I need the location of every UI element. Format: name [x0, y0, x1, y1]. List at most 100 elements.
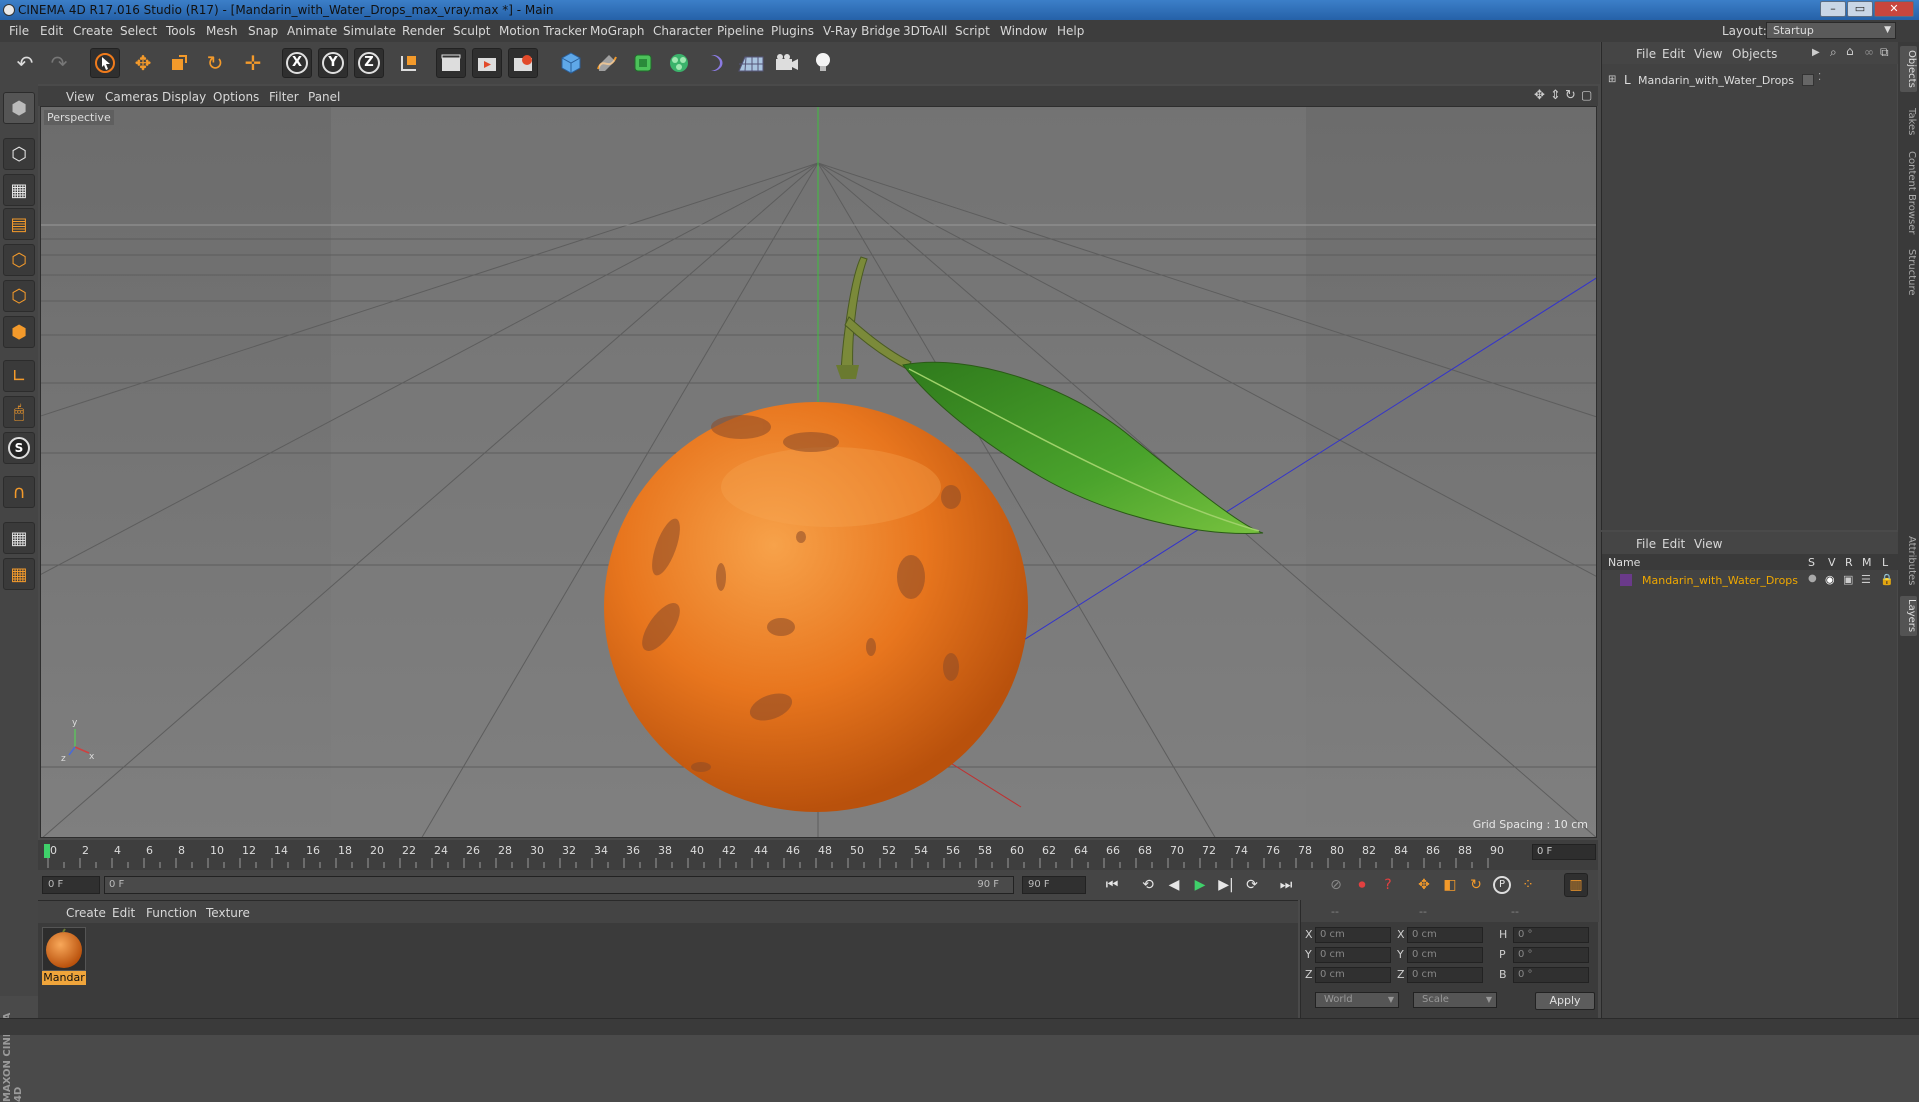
- timeline-ruler[interactable]: 0 2 4 6 8 10 12 14 16 18 20 22 24 26 28 30 32 34 36 38 40 42 4…: [38, 840, 1598, 870]
- search-icon[interactable]: ⌕: [1830, 45, 1837, 60]
- tab-structure[interactable]: Structure: [1900, 242, 1917, 302]
- lock-workplane-button[interactable]: ▦: [3, 522, 35, 554]
- perspective-viewport[interactable]: y x z Perspective Grid Spacing : 10 cm: [40, 106, 1597, 838]
- layers-menu-file[interactable]: File: [1636, 537, 1656, 551]
- workplane-button[interactable]: ▤: [3, 208, 35, 240]
- coordinate-space-dropdown[interactable]: World ▼: [1315, 992, 1399, 1008]
- menu-vray-bridge[interactable]: V-Ray Bridge: [823, 24, 900, 38]
- tab-takes[interactable]: Takes: [1900, 102, 1917, 142]
- axis-mode-button[interactable]: ∟: [3, 360, 35, 392]
- point-level-animation-button[interactable]: ⁘: [1516, 873, 1540, 897]
- tab-attributes[interactable]: Attributes: [1900, 532, 1917, 590]
- objects-menu-edit[interactable]: Edit: [1662, 47, 1685, 61]
- rotate-button[interactable]: ↻: [200, 48, 230, 78]
- maximize-button[interactable]: ▭: [1847, 1, 1873, 17]
- undo-button[interactable]: ↶: [10, 48, 40, 78]
- material-thumbnail[interactable]: [42, 927, 86, 971]
- menu-help[interactable]: Help: [1057, 24, 1084, 38]
- timeline-playhead[interactable]: [44, 844, 50, 858]
- viewport-zoom-icon[interactable]: ⇕: [1550, 88, 1561, 103]
- render-to-picture-viewer-button[interactable]: [472, 48, 502, 78]
- redo-button[interactable]: ↷: [44, 48, 74, 78]
- rotation-track-button[interactable]: ↻: [1464, 873, 1488, 897]
- magnet-button[interactable]: ∩: [3, 476, 35, 508]
- coordinate-system-button[interactable]: [394, 48, 424, 78]
- cube-primitive-button[interactable]: [556, 48, 586, 78]
- menu-sculpt[interactable]: Sculpt: [453, 24, 490, 38]
- planar-workplane-button[interactable]: ▦: [3, 558, 35, 590]
- keyframe-selection-button[interactable]: ?: [1376, 873, 1400, 897]
- menu-mesh[interactable]: Mesh: [206, 24, 238, 38]
- home-icon[interactable]: ⌂: [1846, 44, 1854, 58]
- menu-file[interactable]: File: [9, 24, 29, 38]
- menu-edit[interactable]: Edit: [40, 24, 63, 38]
- layer-color-swatch[interactable]: [1802, 74, 1814, 86]
- viewport-menu-view[interactable]: View: [66, 90, 94, 104]
- apply-button[interactable]: Apply: [1535, 992, 1595, 1010]
- new-window-icon[interactable]: ⧉: [1880, 45, 1889, 60]
- go-to-end-button[interactable]: ⏭: [1274, 873, 1298, 897]
- frame-range-slider[interactable]: 0 F 90 F: [104, 876, 1014, 894]
- layer-row[interactable]: Mandarin_with_Water_Drops ● ◉ ▣ ☰ 🔒: [1602, 572, 1898, 590]
- pos-x-field[interactable]: 0 cm: [1315, 927, 1391, 943]
- material-menu-create[interactable]: Create: [66, 906, 106, 920]
- end-frame-field[interactable]: 90 F: [1022, 876, 1086, 894]
- chevron-right-icon[interactable]: ▶: [1812, 47, 1820, 58]
- light-button[interactable]: [808, 48, 838, 78]
- tweak-mode-button[interactable]: 🖱: [3, 396, 35, 428]
- menu-create[interactable]: Create: [73, 24, 113, 38]
- size-y-field[interactable]: 0 cm: [1407, 947, 1483, 963]
- play-forward-button[interactable]: ▶: [1188, 873, 1212, 897]
- menu-window[interactable]: Window: [1000, 24, 1047, 38]
- size-x-field[interactable]: 0 cm: [1407, 927, 1483, 943]
- viewport-rotate-icon[interactable]: ↻: [1565, 88, 1576, 103]
- menu-pipeline[interactable]: Pipeline: [717, 24, 764, 38]
- menu-character[interactable]: Character: [653, 24, 712, 38]
- mograph-cloner-button[interactable]: [664, 48, 694, 78]
- menu-snap[interactable]: Snap: [248, 24, 278, 38]
- layout-select[interactable]: Startup ▼: [1766, 22, 1896, 39]
- menu-simulate[interactable]: Simulate: [343, 24, 396, 38]
- viewport-menu-display[interactable]: Display: [162, 90, 206, 104]
- model-mode-button[interactable]: ⬡: [3, 138, 35, 170]
- link-icon[interactable]: ∞: [1864, 45, 1874, 59]
- z-axis-button[interactable]: Z: [354, 48, 384, 78]
- record-active-objects-button[interactable]: ⊘: [1324, 873, 1348, 897]
- solo-toggle-icon[interactable]: ●: [1808, 573, 1817, 584]
- close-button[interactable]: ✕: [1874, 1, 1914, 17]
- y-axis-button[interactable]: Y: [318, 48, 348, 78]
- viewport-move-icon[interactable]: ✥: [1534, 88, 1545, 103]
- points-mode-button[interactable]: ⬡: [3, 244, 35, 276]
- edges-mode-button[interactable]: ⬡: [3, 280, 35, 312]
- viewport-menu-cameras[interactable]: Cameras: [105, 90, 158, 104]
- object-row[interactable]: ⊞ L Mandarin_with_Water_Drops ⁚: [1602, 72, 1898, 90]
- go-to-start-button[interactable]: ⏮: [1100, 873, 1124, 897]
- material-name[interactable]: Mandar: [42, 971, 86, 985]
- texture-mode-button[interactable]: ▦: [3, 174, 35, 206]
- make-editable-button[interactable]: ⬢: [3, 92, 35, 124]
- size-z-field[interactable]: 0 cm: [1407, 967, 1483, 983]
- scale-button[interactable]: [164, 48, 194, 78]
- objects-menu-objects[interactable]: Objects: [1732, 47, 1777, 61]
- live-selection-button[interactable]: [90, 48, 120, 78]
- manager-toggle-icon[interactable]: ☰: [1861, 573, 1871, 586]
- size-mode-dropdown[interactable]: Scale ▼: [1413, 992, 1497, 1008]
- minimize-button[interactable]: –: [1820, 1, 1846, 17]
- parameter-track-button[interactable]: P: [1490, 873, 1514, 897]
- layer-name[interactable]: Mandarin_with_Water_Drops: [1642, 574, 1798, 587]
- scale-track-button[interactable]: ◧: [1438, 873, 1462, 897]
- next-key-button[interactable]: ⟳: [1240, 873, 1264, 897]
- snap-button[interactable]: S: [3, 432, 35, 464]
- next-frame-button[interactable]: ▶|: [1214, 873, 1238, 897]
- menu-tools[interactable]: Tools: [166, 24, 196, 38]
- view-toggle-icon[interactable]: ◉: [1825, 573, 1835, 586]
- objects-menu-file[interactable]: File: [1636, 47, 1656, 61]
- material-menu-function[interactable]: Function: [146, 906, 197, 920]
- layer-color-swatch[interactable]: [1620, 574, 1632, 586]
- start-frame-field[interactable]: 0 F: [42, 876, 100, 894]
- generators-button[interactable]: [628, 48, 658, 78]
- rot-b-field[interactable]: 0 °: [1513, 967, 1589, 983]
- previous-key-button[interactable]: ⟲: [1136, 873, 1160, 897]
- floor-button[interactable]: [736, 48, 766, 78]
- menu-plugins[interactable]: Plugins: [771, 24, 814, 38]
